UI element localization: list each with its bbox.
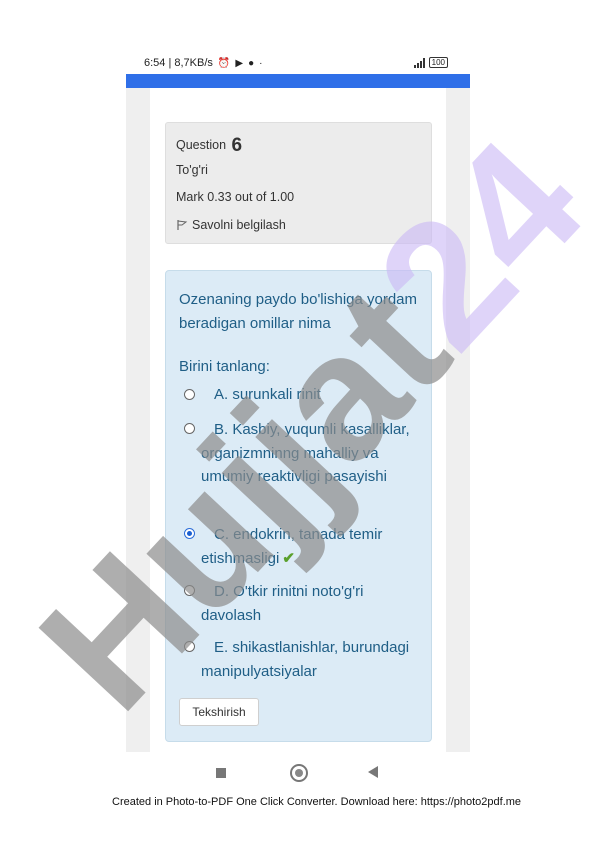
option-e-label[interactable]: E. shikastlanishlar, burundagi manipulya… bbox=[201, 636, 426, 683]
flag-question-label: Savolni belgilash bbox=[192, 218, 286, 232]
option-c-radio[interactable] bbox=[184, 528, 195, 539]
option-b-radio[interactable] bbox=[184, 423, 195, 434]
alarm-icon: ⏰ bbox=[217, 57, 231, 69]
flag-icon bbox=[177, 220, 188, 230]
question-label: Question bbox=[176, 138, 227, 152]
check-button[interactable]: Tekshirish bbox=[179, 698, 259, 726]
question-info-box: Question 6 To'g'ri Mark 0.33 out of 1.00… bbox=[165, 122, 432, 244]
option-d-label[interactable]: D. O'tkir rinitni noto'g'ri davolash bbox=[201, 580, 411, 627]
question-text: Ozenaning paydo bo'lishiga yordam beradi… bbox=[179, 291, 418, 332]
option-a-radio[interactable] bbox=[184, 389, 195, 400]
question-number-value: 6 bbox=[231, 135, 243, 156]
question-number: Question 6 bbox=[176, 135, 242, 157]
status-bar: 6:54 | 8,7KB/s ⏰ ▶ ● · 100 bbox=[126, 52, 470, 74]
signal-icon bbox=[413, 57, 425, 68]
answer-prompt: Birini tanlang: bbox=[179, 358, 270, 375]
question-box: Ozenaning paydo bo'lishiga yordam beradi… bbox=[165, 270, 432, 742]
footer-text: Created in Photo-to-PDF One Click Conver… bbox=[112, 796, 522, 808]
battery-icon: 100 bbox=[428, 57, 448, 68]
app-top-bar bbox=[126, 74, 470, 88]
status-time: 6:54 | 8,7KB/s bbox=[144, 57, 213, 69]
flag-question-link[interactable]: Savolni belgilash bbox=[176, 218, 286, 232]
system-nav-bar bbox=[126, 755, 470, 791]
recent-apps-icon[interactable] bbox=[216, 768, 226, 778]
option-a-label[interactable]: A. surunkali rinit bbox=[214, 383, 419, 407]
dot-icon: · bbox=[259, 57, 263, 69]
play-icon: ▶ bbox=[235, 57, 244, 69]
option-d-radio[interactable] bbox=[184, 585, 195, 596]
facebook-icon: ● bbox=[248, 57, 255, 69]
question-mark: Mark 0.33 out of 1.00 bbox=[176, 190, 295, 204]
option-c-option[interactable]: C. endokrin, tanada temir etishmasligi ✔ bbox=[201, 523, 411, 570]
question-state: To'g'ri bbox=[176, 163, 208, 177]
home-icon[interactable] bbox=[290, 764, 308, 782]
option-b-label[interactable]: B. Kasbiy, yuqumli kasalliklar, organizm… bbox=[201, 418, 426, 489]
back-icon[interactable] bbox=[368, 766, 378, 778]
correct-check-icon: ✔ bbox=[282, 549, 295, 567]
option-e-radio[interactable] bbox=[184, 641, 195, 652]
